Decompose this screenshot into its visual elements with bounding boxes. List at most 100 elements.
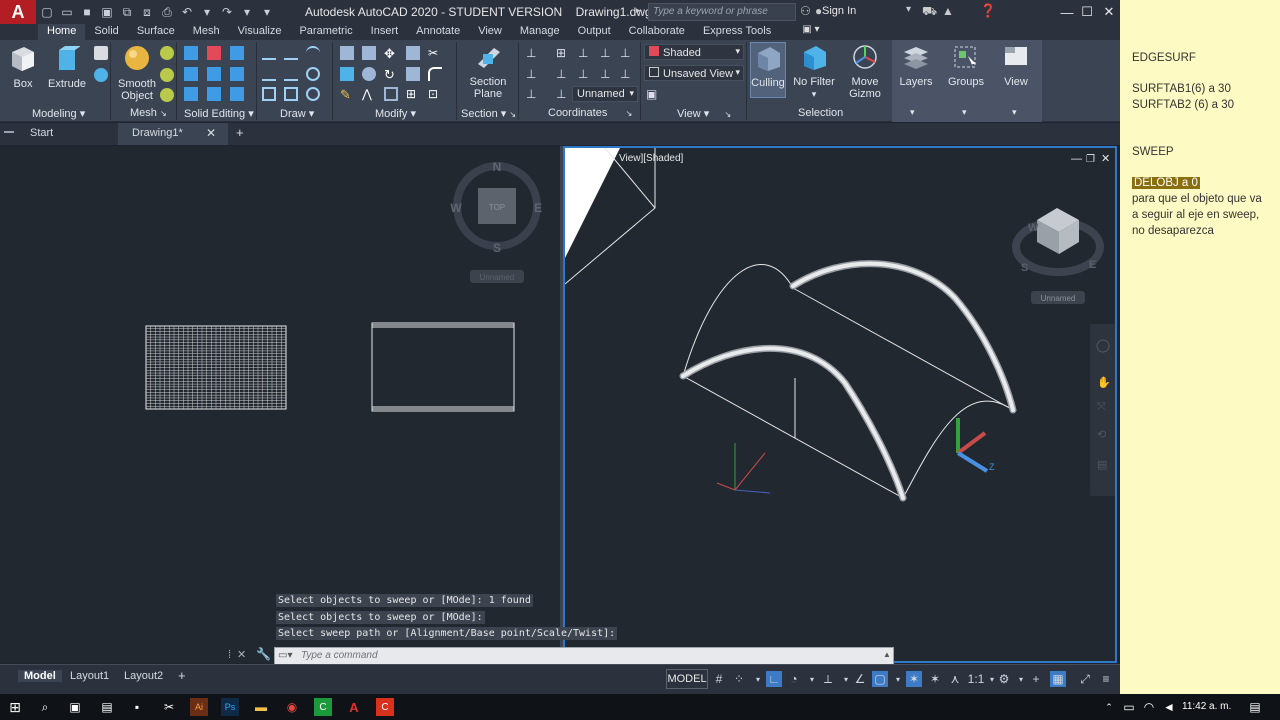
view-expand-icon[interactable]: ▾	[1012, 107, 1017, 118]
command-close-icon[interactable]: ✕	[237, 648, 246, 661]
tab-express-tools[interactable]: Express Tools	[694, 24, 780, 40]
snipping-tool-icon[interactable]: ✂	[160, 698, 178, 716]
autocad-taskbar-icon[interactable]: A	[345, 698, 363, 716]
command-history-toggle-icon[interactable]: ▲	[883, 650, 891, 659]
showmotion-icon[interactable]: ▤	[1097, 459, 1107, 471]
section-plane-button[interactable]: Section Plane	[466, 44, 510, 100]
polyline-icon[interactable]	[284, 46, 298, 60]
ucs-x-icon[interactable]: ⊥	[600, 67, 614, 81]
tab-insert[interactable]: Insert	[362, 24, 408, 40]
object-snap-icon[interactable]: ▢	[872, 671, 888, 687]
zoom-icon[interactable]: ⤧	[1097, 401, 1106, 413]
mesh-smooth-less-icon[interactable]	[160, 68, 174, 82]
add-layout-button[interactable]: +	[172, 668, 192, 683]
3d-move-icon[interactable]	[362, 46, 376, 60]
culling-button[interactable]: Culling	[750, 42, 786, 98]
polar-icon[interactable]: ◔	[786, 671, 802, 687]
auto-scale-icon[interactable]: ✶	[927, 671, 943, 687]
shell-icon[interactable]	[230, 87, 244, 101]
close-tab-icon[interactable]: ✕	[206, 126, 216, 140]
perspective-viewport[interactable]: View][Shaded] — ❐ ✕ Z W S E Unnamed ✋ ⤧ …	[563, 146, 1117, 663]
chevron-down-icon[interactable]: ▾	[750, 671, 766, 687]
tray-expand-icon[interactable]: ⌃	[1100, 698, 1118, 716]
plot-icon[interactable]: ⎙	[158, 3, 176, 21]
layers-button[interactable]: Layers	[898, 44, 934, 88]
tab-start[interactable]: Start	[30, 127, 53, 139]
box-button[interactable]: Box	[8, 44, 38, 90]
viewport-minimize-icon[interactable]: —	[1071, 153, 1082, 165]
add-tab-button[interactable]: +	[236, 125, 244, 140]
undo-dropdown-icon[interactable]: ▾	[198, 3, 216, 21]
visual-style-dropdown[interactable]: Shaded ▾	[644, 44, 744, 60]
offset-icon[interactable]	[384, 87, 398, 101]
move-cross-icon[interactable]: ✥	[384, 46, 398, 61]
imprint-icon[interactable]	[184, 87, 198, 101]
command-customize-icon[interactable]: 🔧	[256, 647, 271, 661]
move-icon[interactable]	[340, 46, 354, 60]
windows-start-icon[interactable]: ⊞	[6, 698, 24, 716]
ucs-zaxis-icon[interactable]: ⊥	[600, 46, 614, 60]
ucs-icon[interactable]: ⊥	[526, 46, 540, 60]
erase-pencil-icon[interactable]: ✎	[340, 87, 354, 102]
tab-surface[interactable]: Surface	[128, 24, 184, 40]
tab-mesh[interactable]: Mesh	[184, 24, 229, 40]
move-gizmo-button[interactable]: Move Gizmo	[844, 44, 886, 100]
sign-in-link[interactable]: Sign In	[822, 5, 856, 17]
sign-in-dropdown-icon[interactable]: ▾	[906, 4, 911, 15]
solid-editing-group-label[interactable]: Solid Editing ▾	[184, 107, 254, 120]
chevron-down-icon[interactable]: ▾	[804, 671, 820, 687]
command-prompt-icon[interactable]: ▭▾	[278, 650, 292, 661]
presspull-icon[interactable]	[94, 68, 108, 82]
ucs-world-icon[interactable]: ⊞	[556, 46, 570, 60]
modeling-group-label[interactable]: Modeling ▾	[32, 107, 85, 120]
ucs-origin-icon[interactable]: ⊥	[578, 46, 592, 60]
arc-icon[interactable]	[306, 46, 320, 60]
grid-icon[interactable]: #	[711, 671, 727, 687]
mesh-smooth-more-icon[interactable]	[160, 46, 174, 60]
ucs-named-icon[interactable]: ⊥	[526, 87, 540, 101]
tab-solid[interactable]: Solid	[85, 24, 127, 40]
sweep-profile-top[interactable]	[371, 322, 515, 412]
save-icon[interactable]: ■	[78, 3, 96, 21]
ortho-icon[interactable]: ∟	[766, 671, 782, 687]
view-button[interactable]: View	[998, 44, 1034, 88]
maximize-icon[interactable]: ☐	[1076, 2, 1098, 22]
annotation-monitor-icon[interactable]: +	[1028, 671, 1044, 687]
tab-annotate[interactable]: Annotate	[407, 24, 469, 40]
tab-manage[interactable]: Manage	[511, 24, 569, 40]
ucs-marker-icon[interactable]: ⊥	[556, 87, 570, 101]
ucs-object-icon[interactable]: ⊥	[556, 67, 570, 81]
command-grip-icon[interactable]: ⁞	[228, 649, 231, 661]
store-icon[interactable]: ▣	[66, 698, 84, 716]
array-icon[interactable]: ⊞	[406, 87, 420, 101]
snap-icon[interactable]: ⁘	[731, 671, 747, 687]
clock-time[interactable]: 11:42 a. m.	[1182, 701, 1231, 712]
move-gizmo-3d[interactable]: Z	[956, 418, 995, 473]
view-group-label[interactable]: View ▾ ↘	[677, 107, 731, 120]
application-menu-button[interactable]: A	[0, 0, 36, 24]
groups-button[interactable]: Groups	[946, 44, 986, 88]
calculator-icon[interactable]: ▤	[98, 698, 116, 716]
volume-icon[interactable]: ◄	[1160, 698, 1178, 716]
draw-group-label[interactable]: Draw ▾	[280, 107, 314, 120]
workspace-gear-icon[interactable]: ⚙	[996, 671, 1012, 687]
chevron-down-icon[interactable]: ▾	[1013, 671, 1029, 687]
chevron-down-icon[interactable]: ▾	[890, 671, 906, 687]
selection-group-label[interactable]: Selection	[798, 107, 843, 119]
separate-icon[interactable]	[207, 87, 221, 101]
chrome-icon[interactable]: ◉	[283, 698, 301, 716]
polysolid-icon[interactable]	[94, 46, 108, 60]
polygon-icon[interactable]	[262, 87, 276, 101]
customization-menu-icon[interactable]: ≡	[1098, 671, 1114, 687]
cart-icon[interactable]: ⛟	[922, 4, 937, 20]
intersect-icon[interactable]	[230, 46, 244, 60]
menu-icon[interactable]	[4, 131, 14, 133]
object-snap-tracking-icon[interactable]: ∠	[852, 671, 868, 687]
tab-drawing1[interactable]: Drawing1*	[132, 127, 183, 139]
rotate-3d-icon[interactable]	[362, 67, 376, 81]
tab-output[interactable]: Output	[569, 24, 620, 40]
tab-collaborate[interactable]: Collaborate	[620, 24, 694, 40]
thicken-icon[interactable]	[207, 67, 221, 81]
groups-expand-icon[interactable]: ▾	[962, 107, 967, 118]
saved-view-dropdown[interactable]: Unsaved View ▾	[644, 65, 744, 81]
